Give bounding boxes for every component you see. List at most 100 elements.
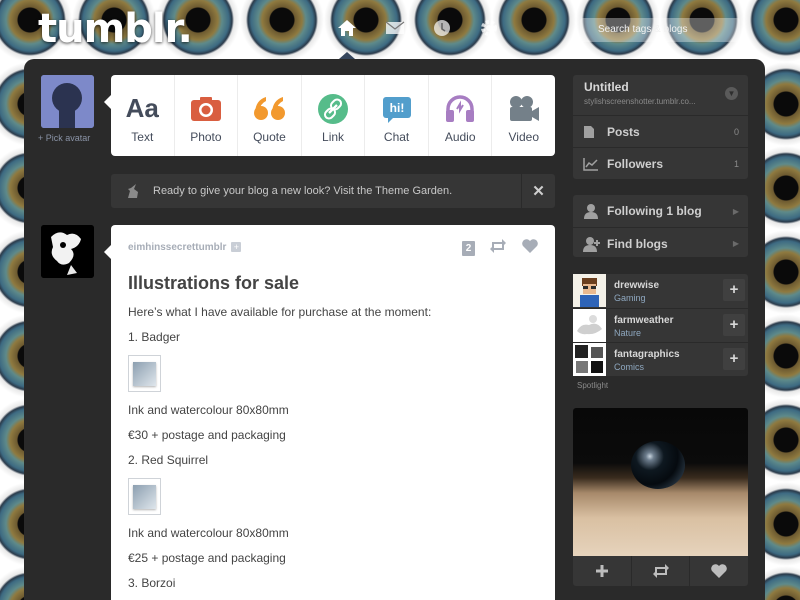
- list-item[interactable]: farmweather Nature +: [573, 308, 748, 342]
- chevron-right-icon: ▶: [732, 206, 739, 216]
- search-input[interactable]: Search tags & blogs: [580, 18, 740, 42]
- post-paragraph: €30 + postage and packaging: [128, 428, 286, 442]
- spotlight-list: drewwise Gaming + farmweather Nature + f…: [573, 274, 748, 376]
- follow-button[interactable]: +: [231, 242, 242, 252]
- reblog-icon[interactable]: [632, 556, 691, 586]
- theme-garden-notice[interactable]: Ready to give your blog a new look? Visi…: [111, 174, 555, 208]
- follow-button[interactable]: +: [723, 314, 745, 336]
- post-type-label: Text: [131, 129, 154, 144]
- radar-actions: [573, 556, 748, 586]
- link-icon: [318, 92, 349, 126]
- post-type-label: Photo: [190, 129, 222, 144]
- post-type-bar: Aa Text Photo Quote Link hi! Chat Audio: [104, 75, 555, 156]
- reblog-icon[interactable]: [489, 238, 507, 259]
- post-paragraph: 1. Badger: [128, 330, 181, 344]
- following-menu: Following 1 blog ▶ Find blogs ▶: [573, 195, 748, 257]
- notice-text[interactable]: Ready to give your blog a new look? Visi…: [153, 185, 452, 197]
- follow-button[interactable]: +: [723, 348, 745, 370]
- video-camera-icon: [508, 92, 540, 126]
- list-item[interactable]: fantagraphics Comics +: [573, 342, 748, 376]
- post-card: eimhinssecrettumblr + 2 Illustrations fo…: [104, 225, 555, 600]
- post-type-label: Video: [508, 129, 539, 144]
- text-icon: Aa: [125, 93, 159, 123]
- spotlight-blog-name[interactable]: drewwise: [614, 280, 659, 291]
- user-icon: [583, 203, 603, 219]
- blog-menu: Untitled stylishscreenshotter.tumblr.co.…: [573, 75, 748, 179]
- post-photo-button[interactable]: Photo: [175, 75, 239, 156]
- post-paragraph: €25 + postage and packaging: [128, 551, 286, 565]
- blog-url: stylishscreenshotter.tumblr.co...: [584, 97, 696, 106]
- post-paragraph: 2. Red Squirrel: [128, 453, 209, 467]
- list-item[interactable]: drewwise Gaming +: [573, 274, 748, 308]
- spotlight-category[interactable]: Comics: [614, 362, 644, 372]
- notes-count[interactable]: 2: [462, 241, 475, 256]
- pick-avatar-link[interactable]: + Pick avatar: [38, 133, 90, 143]
- blog-title: Untitled: [584, 80, 629, 94]
- mail-icon[interactable]: [383, 16, 407, 40]
- sidebar-item-label: Posts: [607, 124, 640, 139]
- post-chat-button[interactable]: hi! Chat: [365, 75, 429, 156]
- spotlight-link[interactable]: Spotlight: [577, 381, 608, 390]
- tumblr-logo[interactable]: tumblr.: [38, 6, 193, 52]
- post-video-button[interactable]: Video: [492, 75, 555, 156]
- water-drop-image: [631, 441, 685, 489]
- post-link-button[interactable]: Link: [302, 75, 366, 156]
- post-type-label: Audio: [444, 129, 476, 144]
- svg-text:hi!: hi!: [389, 101, 404, 115]
- post-paragraph: Ink and watercolour 80x80mm: [128, 403, 289, 417]
- post-quote-button[interactable]: Quote: [238, 75, 302, 156]
- post-title: Illustrations for sale: [128, 273, 300, 293]
- spotlight-category[interactable]: Nature: [614, 328, 641, 338]
- avatar[interactable]: [573, 274, 606, 307]
- post-paragraph: 3. Borzoi: [128, 576, 176, 590]
- chevron-down-icon[interactable]: ▼: [725, 87, 738, 100]
- sidebar-item-posts[interactable]: Posts 0: [573, 115, 748, 147]
- spotlight-blog-name[interactable]: farmweather: [614, 315, 673, 326]
- sidebar-item-label: Followers: [607, 156, 664, 171]
- close-icon[interactable]: ✕: [521, 174, 555, 208]
- headphones-icon: [444, 92, 476, 126]
- chart-icon: [583, 157, 603, 171]
- post-text-button[interactable]: Aa Text: [111, 75, 175, 156]
- blog-selector[interactable]: Untitled stylishscreenshotter.tumblr.co.…: [573, 75, 748, 115]
- nav-active-caret: [339, 52, 355, 59]
- sidebar-item-label: Find blogs: [607, 236, 668, 251]
- spotlight-category[interactable]: Gaming: [614, 293, 646, 303]
- post-type-label: Link: [322, 129, 345, 144]
- unicorn-icon: [125, 183, 141, 199]
- illustration-thumbnail[interactable]: [128, 355, 161, 392]
- heart-icon[interactable]: [690, 556, 748, 586]
- post-paragraph: Ink and watercolour 80x80mm: [128, 526, 289, 540]
- post-author[interactable]: eimhinssecrettumblr: [128, 242, 226, 253]
- post-author-avatar[interactable]: [41, 225, 94, 278]
- plus-icon[interactable]: [573, 556, 632, 586]
- posts-count: 0: [733, 126, 739, 137]
- activity-icon[interactable]: [430, 16, 454, 40]
- post-audio-button[interactable]: Audio: [429, 75, 493, 156]
- chat-icon: hi!: [382, 92, 412, 126]
- home-icon[interactable]: [335, 16, 359, 40]
- camera-icon: [190, 92, 222, 126]
- illustration-thumbnail[interactable]: [128, 478, 161, 515]
- spotlight-blog-name[interactable]: fantagraphics: [614, 349, 680, 360]
- radar-post: [573, 408, 748, 586]
- sidebar-item-followers[interactable]: Followers 1: [573, 147, 748, 179]
- post-paragraph: Here’s what I have available for purchas…: [128, 305, 432, 319]
- avatar[interactable]: [573, 309, 606, 342]
- follow-button[interactable]: +: [723, 279, 745, 301]
- followers-count: 1: [733, 158, 739, 169]
- document-icon: [583, 125, 603, 139]
- sidebar-item-label: Following 1 blog: [607, 204, 702, 218]
- heart-icon[interactable]: [521, 238, 539, 259]
- sidebar-item-find-blogs[interactable]: Find blogs ▶: [573, 227, 748, 259]
- post-type-label: Chat: [383, 129, 410, 144]
- radar-image[interactable]: [573, 408, 748, 556]
- chevron-right-icon: ▶: [732, 239, 739, 248]
- avatar[interactable]: [41, 75, 94, 128]
- gear-icon[interactable]: [477, 16, 501, 40]
- sidebar-item-following[interactable]: Following 1 blog ▶: [573, 195, 748, 227]
- add-user-icon: [583, 236, 603, 252]
- post-type-label: Quote: [253, 129, 286, 144]
- avatar[interactable]: [573, 343, 606, 376]
- quote-icon: [252, 92, 286, 126]
